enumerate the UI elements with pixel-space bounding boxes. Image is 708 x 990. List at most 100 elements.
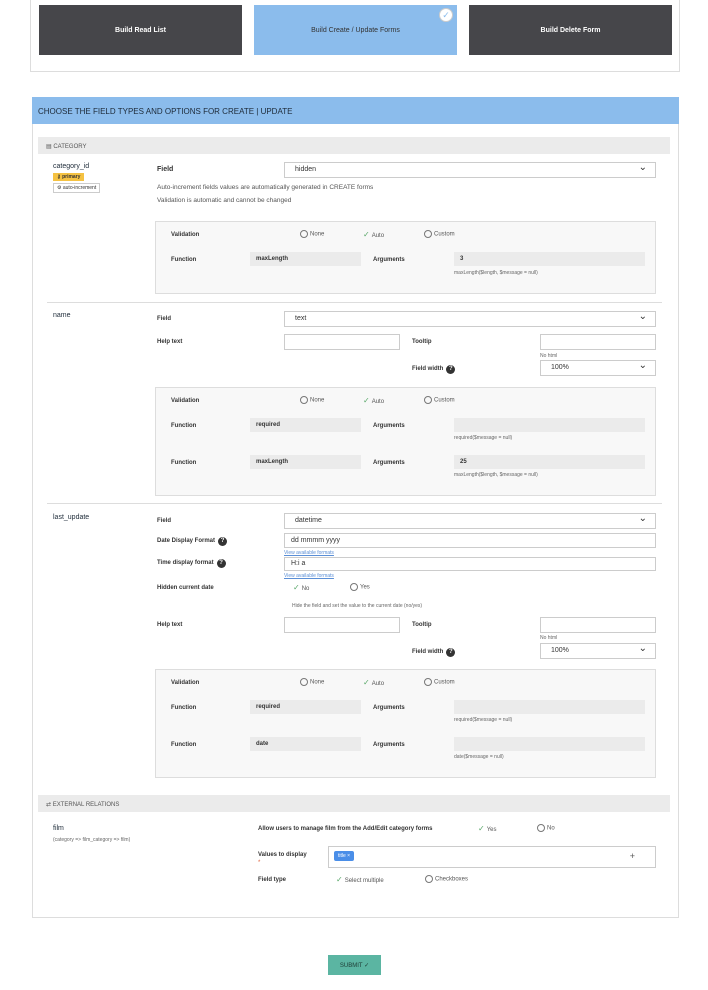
function-signature: required($message = null) [454,717,513,723]
time-format-input[interactable]: H:i a [284,557,656,571]
radio-yes[interactable]: Yes [350,583,370,591]
option-label: Custom [434,679,455,686]
build-delete-form-button[interactable]: Build Delete Form [469,5,672,55]
option-label: Auto [371,681,385,687]
build-create-update-forms-button[interactable]: Build Create / Update Forms ✓ [254,5,457,55]
function-value: required [250,418,361,432]
radio-auto[interactable]: ✓ Auto [363,678,384,687]
divider [47,503,662,504]
label-text: Field width [412,649,444,655]
help-icon[interactable]: ? [446,648,456,657]
label-text: Date Display Format [157,538,216,544]
radio-custom[interactable]: Custom [424,678,455,686]
form-type-selector: Build Read List Build Create / Update Fo… [30,0,680,72]
field-width-select[interactable]: 100% [540,643,656,659]
option-label: Yes [360,584,370,591]
time-format-label: Time display format? [157,559,226,568]
field-width-select[interactable]: 100% [540,360,656,376]
option-label: No [547,825,555,832]
radio-no[interactable]: No [537,824,555,832]
option-label: Yes [486,827,497,833]
validation-label: Validation [171,398,200,404]
badge-text: primary [62,174,81,180]
help-text-label: Help text [157,622,183,628]
function-signature: maxLength($length, $message = null) [454,270,538,276]
help-icon[interactable]: ? [216,559,226,568]
view-formats-link[interactable]: View available formats [284,550,334,556]
relation-path: (category => film_category => film) [53,837,131,843]
arguments-label: Arguments [373,742,405,748]
badge-text: auto-increment [62,185,97,191]
field-type-select[interactable]: text [284,311,656,327]
required-mark: * [258,860,261,866]
field-name: category_id [53,163,90,170]
option-label: None [310,679,325,686]
radio-auto[interactable]: ✓ Auto [363,396,384,405]
date-format-input[interactable]: dd mmmm yyyy [284,533,656,548]
function-signature: date($message = null) [454,754,504,760]
section-title: EXTERNAL RELATIONS [52,802,120,808]
check-icon: ✓ [439,8,453,22]
function-value: required [250,700,361,714]
value-tag: title × [334,851,355,861]
auto-increment-badge: ⚙ auto-increment [53,183,101,193]
option-label: No [301,586,310,592]
radio-none[interactable]: None [300,678,324,686]
field-type-label: Field type [258,877,287,883]
no-html-note: No html [540,635,558,641]
info-text: Auto-increment fields values are automat… [157,184,374,191]
exchange-icon: ⇄ [46,802,53,808]
radio-yes[interactable]: ✓ Yes [478,824,497,833]
section-title: CATEGORY [53,144,87,150]
option-label: None [310,397,325,404]
values-to-display-input[interactable]: title × + [328,846,656,868]
submit-button[interactable]: SUBMIT ✓ [328,955,381,975]
option-label: Custom [434,397,455,404]
radio-auto[interactable]: ✓ Auto [363,230,384,239]
values-to-display-label: Values to display [258,852,307,858]
tooltip-input[interactable] [540,334,656,350]
build-read-list-button[interactable]: Build Read List [39,5,242,55]
radio-no[interactable]: ✓ No [293,583,309,592]
function-label: Function [171,257,197,263]
field-width-label: Field width? [412,365,456,374]
hidden-current-date-label: Hidden current date [157,585,214,591]
arguments-label: Arguments [373,257,405,263]
help-icon[interactable]: ? [446,365,456,374]
primary-badge: ⚷ primary [53,173,85,181]
option-label: Custom [434,231,455,238]
function-label: Function [171,460,197,466]
relation-name: film [53,825,64,832]
tooltip-input[interactable] [540,617,656,633]
label-text: Field width [412,366,444,372]
help-text-input[interactable] [284,334,400,350]
add-icon[interactable]: + [630,851,635,861]
radio-checkboxes[interactable]: Checkboxes [425,875,468,883]
option-label: Select multiple [344,878,384,884]
arguments-input [454,737,645,751]
date-format-label: Date Display Format? [157,537,228,546]
field-label: Field [157,518,172,524]
option-label: None [310,231,325,238]
help-text-input[interactable] [284,617,400,633]
function-label: Function [171,423,197,429]
button-label: Build Delete Form [540,26,601,34]
radio-none[interactable]: None [300,396,324,404]
tooltip-label: Tooltip [412,622,432,628]
category-section-header: ▤ CATEGORY [38,137,670,154]
function-signature: required($message = null) [454,435,513,441]
function-signature: maxLength($length, $message = null) [454,472,538,478]
relations-section-header: ⇄ EXTERNAL RELATIONS [38,795,670,812]
radio-custom[interactable]: Custom [424,230,455,238]
radio-custom[interactable]: Custom [424,396,455,404]
radio-select-multiple[interactable]: ✓ Select multiple [336,875,384,884]
view-formats-link[interactable]: View available formats [284,573,334,579]
label-text: Time display format [157,560,214,566]
help-icon[interactable]: ? [218,537,228,546]
divider [47,302,662,303]
radio-none[interactable]: None [300,230,324,238]
remove-tag-icon[interactable]: × [347,853,350,859]
field-type-select[interactable]: hidden [284,162,656,178]
field-type-select[interactable]: datetime [284,513,656,529]
function-value: maxLength [250,252,361,266]
